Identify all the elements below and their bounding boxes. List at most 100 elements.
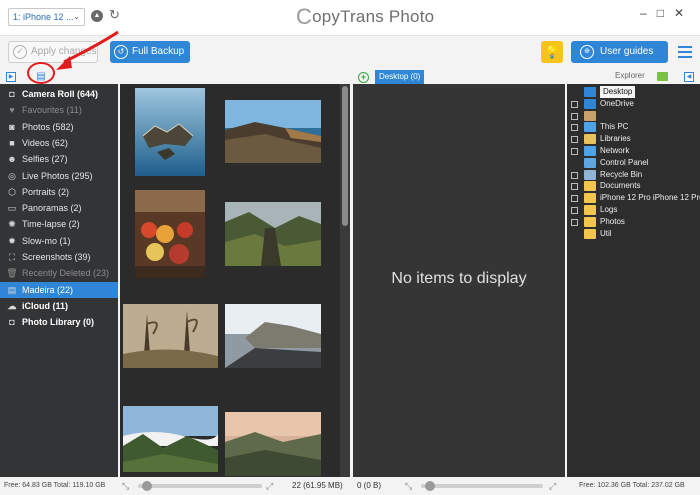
gallery-scrollbar[interactable] [340, 84, 350, 477]
sidebar-item-album[interactable]: ⛶ Screenshots (39) [0, 249, 118, 265]
sidebar-item-album[interactable]: ▤ Madeira (22) [0, 281, 118, 298]
folder-icon[interactable] [657, 72, 668, 81]
zoom-slider[interactable] [421, 484, 543, 488]
photo-thumbnail[interactable] [135, 88, 205, 176]
photo-thumbnail[interactable] [123, 304, 218, 368]
sidebar-item-label: Live Photos (295) [22, 170, 93, 181]
slowmo-icon: ✹ [8, 235, 16, 246]
tree-node-label: Util [600, 228, 612, 238]
sidebar-item-album[interactable]: ⬡ Portraits (2) [0, 184, 118, 200]
sidebar-item-label: Time-lapse (2) [22, 219, 80, 230]
expand-toggle[interactable] [571, 183, 578, 191]
right-panel-header: + Desktop (0) Explorer ◀ [353, 70, 700, 84]
lightbulb-icon[interactable]: 💡 [541, 41, 563, 63]
portrait-icon: ⬡ [8, 186, 16, 197]
collapse-panel-icon[interactable]: ◀ [684, 72, 694, 82]
tree-node[interactable]: Documents [571, 180, 700, 192]
sidebar-item-label: Recently Deleted (23) [22, 268, 110, 279]
device-select-value: 1: iPhone 12 ... [13, 12, 74, 22]
expand-toggle[interactable] [571, 195, 578, 203]
tab-desktop[interactable]: Desktop (0) [375, 70, 425, 84]
computer-icon [584, 122, 596, 133]
zoom-slider-knob[interactable] [142, 481, 152, 491]
photo-thumbnail[interactable] [135, 190, 205, 278]
user-guides-button[interactable]: ⊕ User guides [571, 41, 668, 63]
close-icon[interactable]: ✕ [674, 6, 694, 20]
expand-toggle[interactable] [571, 136, 578, 144]
sidebar-item-album[interactable]: ☁ iCloud (11) [0, 298, 118, 314]
expand-toggle[interactable] [571, 124, 578, 132]
hamburger-menu-icon[interactable] [678, 46, 692, 58]
expand-toggle[interactable] [571, 207, 578, 214]
photo-gallery [120, 84, 350, 477]
sidebar-item-label: Videos (62) [22, 137, 68, 148]
cloud-icon: ☁ [7, 300, 17, 311]
minimize-icon[interactable]: – [640, 6, 657, 20]
sidebar-item-album[interactable]: ☻ Selfies (27) [0, 151, 118, 167]
empty-state-message: No items to display [391, 270, 527, 287]
timelapse-icon: ✺ [8, 219, 16, 230]
explorer-label[interactable]: Explorer [615, 71, 645, 80]
tree-node-label: iPhone 12 Pro iPhone 12 Pro [600, 193, 700, 203]
sidebar-item-album[interactable]: ✺ Time-lapse (2) [0, 216, 118, 232]
apply-changes-label: Apply changes [31, 46, 97, 57]
apply-changes-button[interactable]: ✓ Apply changes [8, 41, 98, 63]
expand-toggle[interactable] [571, 218, 578, 226]
tree-node[interactable]: Photos [571, 216, 700, 228]
sidebar-item-album[interactable]: ◘ Photo Library (0) [0, 314, 118, 330]
photo-thumbnail[interactable] [225, 100, 321, 163]
photo-thumbnail[interactable] [225, 202, 321, 266]
sidebar-item-album[interactable]: ◘ Camera Roll (644) [0, 86, 118, 102]
sidebar-item-album[interactable]: ■ Videos (62) [0, 135, 118, 151]
tree-node[interactable]: OneDrive [571, 98, 700, 110]
zoom-in-icon[interactable]: ⤢ [549, 477, 556, 495]
sidebar-item-album[interactable]: ◙ Photos (582) [0, 119, 118, 135]
zoom-in-icon[interactable]: ⤢ [266, 477, 273, 495]
pc-photo-panel: No items to display [353, 84, 565, 477]
sidebar-item-label: Madeira (22) [22, 284, 74, 295]
sidebar-item-label: Portraits (2) [22, 186, 70, 197]
tree-node[interactable] [571, 110, 700, 122]
zoom-slider[interactable] [138, 484, 262, 488]
sidebar-item-label: Panoramas (2) [22, 203, 82, 214]
tree-node[interactable]: Desktop [571, 86, 700, 98]
gallery-item-count: 22 (61.95 MB) [292, 481, 343, 490]
expand-toggle[interactable] [571, 100, 578, 108]
new-album-icon[interactable]: ▤ [30, 70, 52, 84]
tree-node[interactable]: iPhone 12 Pro iPhone 12 Pro [571, 192, 700, 204]
sidebar-item-album[interactable]: ♥ Favourites (11) [0, 102, 118, 118]
zoom-slider-knob[interactable] [425, 481, 435, 491]
eject-icon[interactable]: ▲ [91, 10, 103, 22]
expand-toggle[interactable] [571, 171, 578, 179]
window-controls: –□✕ [640, 6, 694, 20]
pc-item-count: 0 (0 B) [357, 481, 382, 490]
user-icon [584, 110, 596, 121]
tree-node[interactable]: Libraries [571, 133, 700, 145]
device-select[interactable]: 1: iPhone 12 ... ⌄ [8, 8, 85, 26]
tree-node[interactable]: Recycle Bin [571, 169, 700, 181]
sidebar-item-album[interactable]: ◎ Live Photos (295) [0, 168, 118, 184]
expand-toggle[interactable] [571, 148, 578, 155]
maximize-icon[interactable]: □ [657, 6, 674, 20]
sidebar-item-album[interactable]: ✹ Slow-mo (1) [0, 233, 118, 249]
heart-icon: ♥ [9, 105, 15, 116]
collapse-panel-icon[interactable]: ▶ [6, 72, 16, 82]
zoom-out-icon[interactable]: ⤡ [405, 477, 412, 495]
zoom-out-icon[interactable]: ⤡ [122, 477, 129, 495]
sidebar-item-album[interactable]: ▭ Panoramas (2) [0, 200, 118, 216]
tree-node[interactable]: This PC [571, 121, 700, 133]
sidebar-item-album[interactable]: 🗑 Recently Deleted (23) [0, 265, 118, 281]
photo-thumbnail[interactable] [225, 304, 321, 368]
expand-toggle[interactable] [571, 112, 578, 120]
tree-node[interactable]: Util [571, 228, 700, 240]
add-icon[interactable]: + [358, 72, 369, 83]
full-backup-button[interactable]: ↺ Full Backup [110, 41, 190, 63]
refresh-icon[interactable]: ↻ [109, 8, 120, 22]
tree-node[interactable]: Logs [571, 204, 700, 216]
scrollbar-thumb[interactable] [342, 86, 348, 226]
tree-node[interactable]: Control Panel [571, 157, 700, 169]
photo-thumbnail[interactable] [123, 406, 218, 472]
photo-thumbnail[interactable] [225, 412, 321, 476]
tree-node[interactable]: Network [571, 145, 700, 157]
logo-letter: C [296, 4, 313, 29]
